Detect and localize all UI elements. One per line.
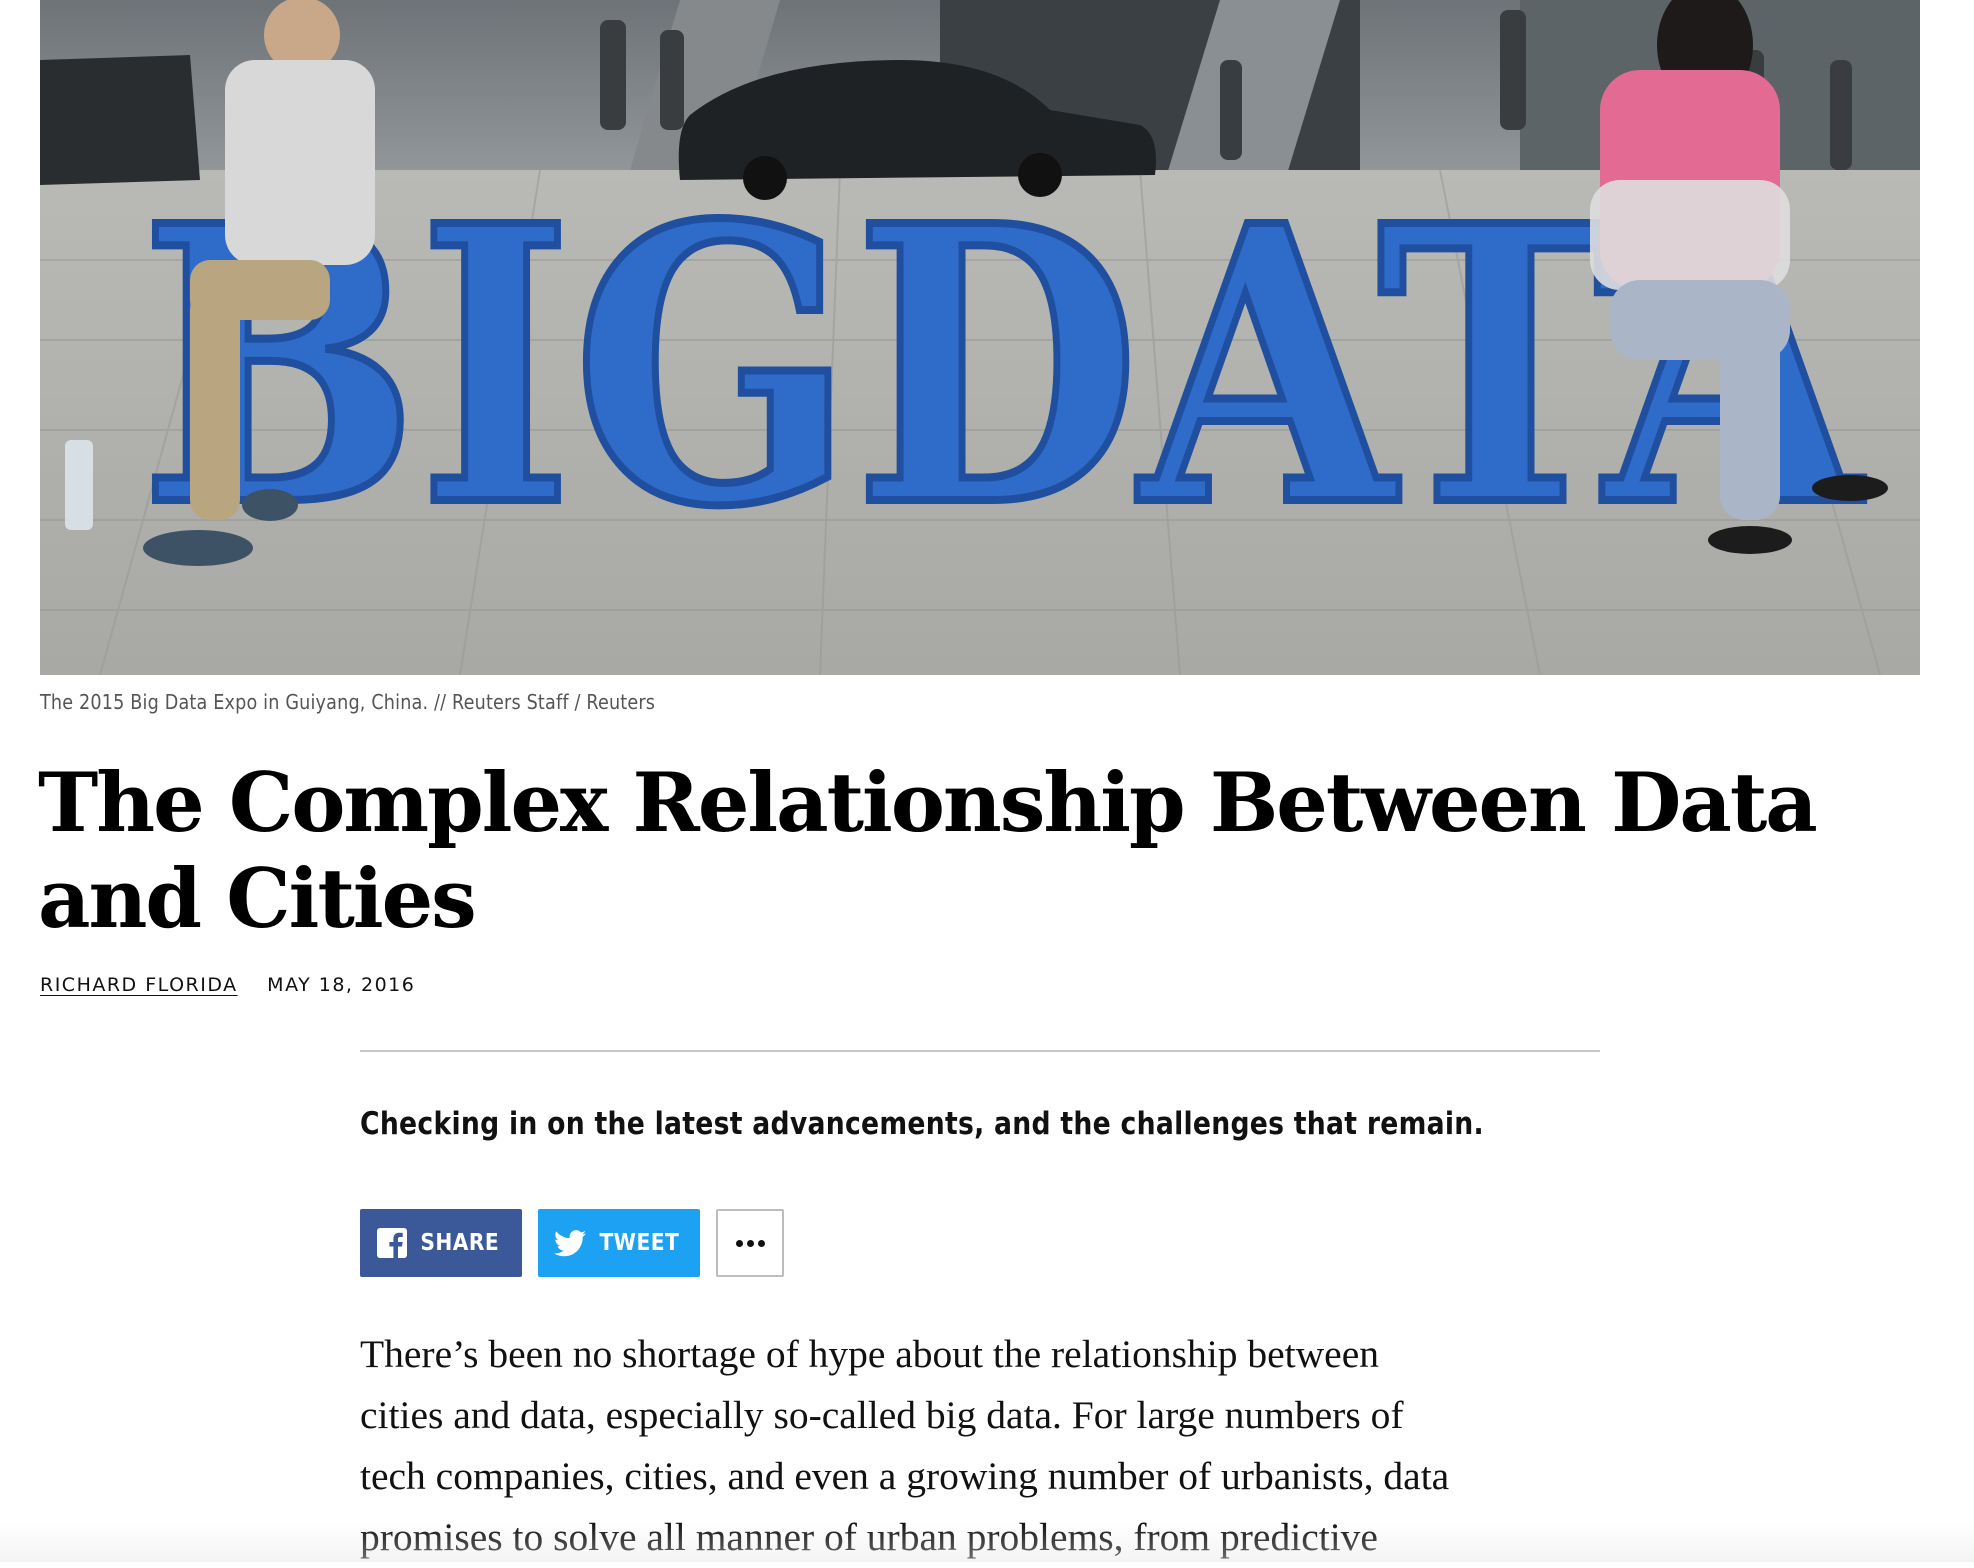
body-line: tech companies, cities, and even a growi…: [360, 1454, 1450, 1498]
article-dek: Checking in on the latest advancements, …: [360, 1106, 1484, 1142]
body-line: There’s been no shortage of hype about t…: [360, 1332, 1379, 1376]
article-body: There’s been no shortage of hype about t…: [360, 1324, 1600, 1568]
hero-photo-illustration: BIGDATA: [40, 0, 1920, 675]
publish-date: MAY 18, 2016: [267, 974, 416, 996]
article-title: The Complex Relationship Between Data an…: [38, 756, 1818, 947]
ellipsis-icon: [735, 1239, 765, 1247]
facebook-share-button[interactable]: SHARE: [360, 1209, 522, 1277]
more-share-options-button[interactable]: [716, 1209, 784, 1277]
divider: [360, 1050, 1600, 1052]
body-line: promises to solve all manner of urban pr…: [360, 1515, 1378, 1559]
facebook-icon: [377, 1228, 408, 1258]
author-link[interactable]: RICHARD FLORIDA: [40, 974, 238, 996]
twitter-bird-icon: [553, 1229, 586, 1257]
hero-image: BIGDATA: [40, 0, 1920, 675]
body-line: cities and data, especially so-called bi…: [360, 1393, 1404, 1437]
facebook-share-label: SHARE: [420, 1230, 500, 1256]
twitter-tweet-button[interactable]: TWEET: [538, 1209, 700, 1277]
byline: RICHARD FLORIDA MAY 18, 2016: [40, 974, 415, 996]
twitter-tweet-label: TWEET: [599, 1230, 679, 1256]
image-caption: The 2015 Big Data Expo in Guiyang, China…: [40, 690, 656, 714]
